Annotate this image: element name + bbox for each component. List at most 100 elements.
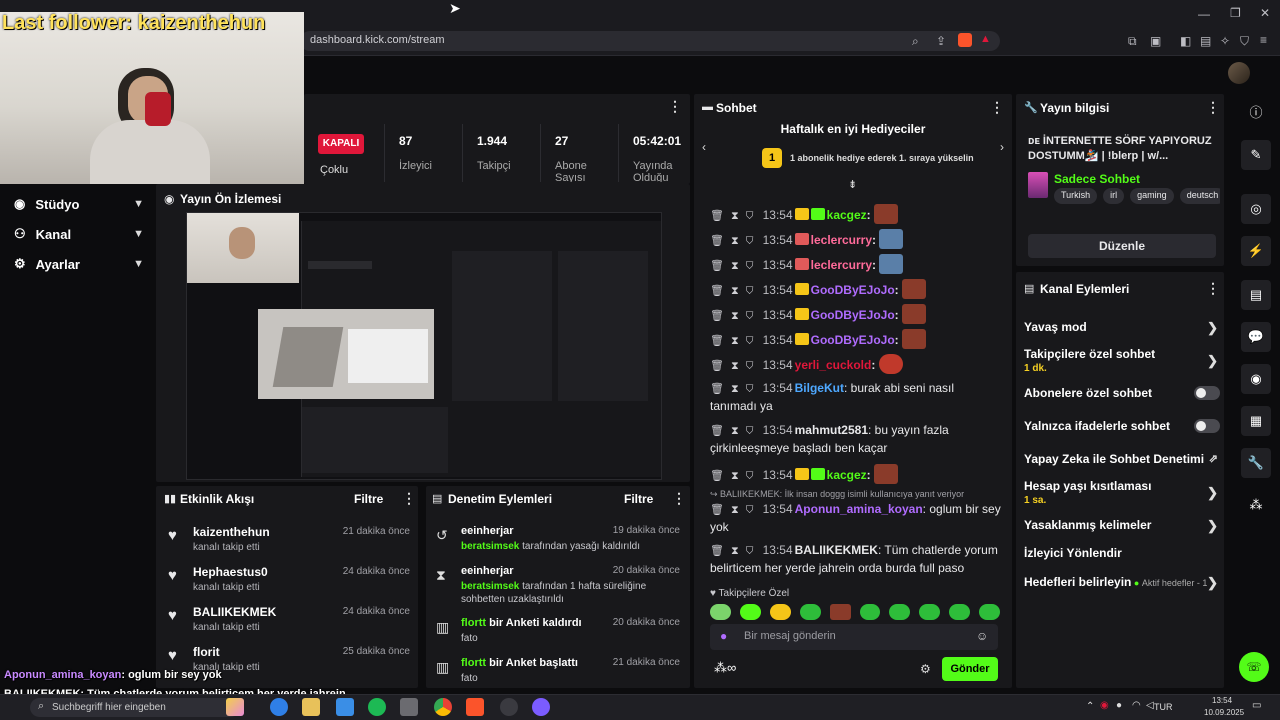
nav-studio[interactable]: ◉ Stüdyo ▼ (14, 193, 144, 215)
emote-icon[interactable] (799, 604, 821, 620)
channel-actions-more-icon[interactable]: ⋮ (1206, 280, 1220, 297)
mod-actor[interactable]: beratsimsek (461, 541, 519, 552)
close-window-icon[interactable]: ✕ (1260, 6, 1270, 20)
obs-icon[interactable] (500, 698, 518, 716)
mod-tools-icon[interactable]: 🗑⧗⛉ (710, 210, 761, 222)
goals-row[interactable]: Hedefleri belirleyin ● Aktif hedefler - … (1024, 575, 1220, 590)
follower-name[interactable]: BALIIKEKMEK (193, 605, 276, 619)
send-button[interactable]: Gönder (942, 657, 998, 681)
emote-icon[interactable] (829, 604, 851, 620)
zoom-icon[interactable]: ⌕ (912, 34, 919, 49)
chat-username[interactable]: leclercurry (811, 233, 872, 247)
widget-icon[interactable] (226, 698, 244, 716)
mod-tools-icon[interactable]: 🗑⧗⛉ (710, 545, 761, 557)
kick-logo-icon[interactable]: ⁂∞ (714, 660, 736, 676)
mod-tools-icon[interactable]: 🗑⧗⛉ (710, 470, 761, 482)
subs-chat-toggle[interactable] (1194, 386, 1220, 400)
activity-filter-button[interactable]: Filtre (354, 492, 383, 506)
ai-moderation-row[interactable]: Yapay Zeka ile Sohbet Denetimi ⇗ (1024, 452, 1220, 466)
chat-username[interactable]: GooDByEJoJo (811, 308, 895, 322)
more-apps-icon[interactable]: ⁂ (1241, 490, 1271, 520)
store-icon[interactable] (336, 698, 354, 716)
banned-words-row[interactable]: Yasaklanmış kelimeler ❯ (1024, 518, 1220, 533)
notes-icon[interactable]: ▤ (1241, 280, 1271, 310)
mod-actor[interactable]: beratsimsek (461, 581, 519, 592)
maximize-icon[interactable]: ❐ (1230, 6, 1241, 20)
taskbar-search[interactable]: ⌕ Suchbegriff hier eingeben (30, 698, 240, 717)
slow-mode-row[interactable]: Yavaş mod ❯ (1024, 320, 1220, 335)
url-field[interactable]: dashboard.kick.com/stream ⌕ ⇪ ▲ (300, 31, 1000, 51)
chat-username[interactable]: GooDByEJoJo (811, 333, 895, 347)
mod-tools-icon[interactable]: 🗑⧗⛉ (710, 504, 761, 516)
share-icon[interactable]: ⇪ (936, 34, 946, 48)
emote-icon[interactable] (979, 604, 1001, 620)
chevron-left-icon[interactable]: ‹ (702, 140, 706, 154)
brave-icon[interactable] (466, 698, 484, 716)
notification-icon[interactable]: ▭ (1252, 700, 1261, 711)
minimize-icon[interactable]: — (1198, 7, 1210, 21)
stream-info-more-icon[interactable]: ⋮ (1206, 99, 1220, 116)
edit-button[interactable]: Düzenle (1028, 234, 1216, 258)
clock-time[interactable]: 13:54 (1212, 696, 1232, 705)
chevron-right-icon[interactable]: › (1000, 140, 1004, 154)
emote-icon[interactable] (889, 604, 911, 620)
mod-target[interactable]: flortt bir Anketi kaldırdı (461, 617, 582, 629)
follower-name[interactable]: kaizenthehun (193, 525, 270, 539)
chrome-icon[interactable] (434, 698, 452, 716)
follower-name[interactable]: florit (193, 645, 220, 659)
mod-tools-icon[interactable]: 🗑⧗⛉ (710, 235, 761, 247)
layout-icon[interactable]: ▦ (1241, 406, 1271, 436)
camera-icon[interactable]: ◎ (1241, 194, 1271, 224)
tag[interactable]: gaming (1130, 188, 1174, 204)
mod-tools-icon[interactable]: 🗑⧗⛉ (710, 310, 761, 322)
emoji-picker-icon[interactable]: ☺ (976, 629, 988, 643)
emote-icon[interactable] (769, 604, 791, 620)
emote-chat-toggle[interactable] (1194, 419, 1220, 433)
brave-shield-icon[interactable] (958, 33, 972, 47)
moderation-more-icon[interactable]: ⋮ (672, 490, 686, 507)
chat-username[interactable]: kacgez (827, 208, 867, 222)
lightning-icon[interactable]: ⚡ (1241, 236, 1271, 266)
volume-icon[interactable]: ◁ (1146, 700, 1154, 711)
mod-tools-icon[interactable]: 🗑⧗⛉ (710, 383, 761, 395)
calculator-icon[interactable] (400, 698, 418, 716)
avatar[interactable] (1228, 62, 1250, 84)
vpn-icon[interactable]: ⛉ (1240, 34, 1249, 49)
wrench-tool-icon[interactable]: 🔧 (1241, 448, 1271, 478)
mod-tools-icon[interactable]: 🗑⧗⛉ (710, 335, 761, 347)
account-age-row[interactable]: Hesap yaşı kısıtlaması 1 sa. ❯ (1024, 479, 1220, 506)
clock-date[interactable]: 10.09.2025 (1204, 708, 1244, 717)
info-icon[interactable]: ⓘ (1241, 98, 1271, 128)
moderation-filter-button[interactable]: Filtre (624, 492, 653, 506)
chat-more-icon[interactable]: ⋮ (990, 99, 1004, 116)
support-chat-icon[interactable]: ☏ (1239, 652, 1269, 682)
leo-icon[interactable]: ✧ (1220, 34, 1230, 48)
chat-settings-icon[interactable]: ⚙ (920, 662, 931, 676)
emote-icon[interactable] (949, 604, 971, 620)
tag[interactable]: Turkish (1054, 188, 1098, 204)
edit-icon[interactable]: ✎ (1241, 140, 1271, 170)
tag[interactable]: irl (1103, 188, 1125, 204)
mod-target[interactable]: eeinherjar (461, 565, 514, 577)
mod-tools-icon[interactable]: 🗑⧗⛉ (710, 285, 761, 297)
tray-app-icon[interactable]: ◉ (1100, 700, 1109, 711)
discord-icon[interactable] (532, 698, 550, 716)
scroll-pause-icon[interactable]: ⇟ (848, 178, 857, 191)
mod-tools-icon[interactable]: 🗑⧗⛉ (710, 425, 761, 437)
category-name[interactable]: Sadece Sohbet (1054, 172, 1140, 186)
wallet-icon[interactable]: ▤ (1200, 34, 1211, 48)
chat-input[interactable]: ● Bir mesaj gönderin ☺ (710, 624, 998, 650)
sidebar-toggle-icon[interactable]: ◧ (1180, 34, 1191, 48)
activity-more-icon[interactable]: ⋮ (402, 490, 416, 507)
edge-icon[interactable] (270, 698, 288, 716)
mod-target[interactable]: flortt bir Anket başlattı (461, 657, 578, 669)
extensions-icon[interactable]: ⧉ (1128, 34, 1137, 49)
stats-more-icon[interactable]: ⋮ (668, 98, 682, 115)
nav-settings[interactable]: ⚙ Ayarlar ▼ (14, 253, 144, 275)
tab-search-icon[interactable]: ▣ (1150, 34, 1161, 48)
tag[interactable]: deutsch (1179, 188, 1220, 204)
stream-preview-video[interactable] (186, 212, 662, 480)
broadcast-icon[interactable]: ◉ (1241, 364, 1271, 394)
emote-icon[interactable] (859, 604, 881, 620)
chat-username[interactable]: GooDByEJoJo (811, 283, 895, 297)
